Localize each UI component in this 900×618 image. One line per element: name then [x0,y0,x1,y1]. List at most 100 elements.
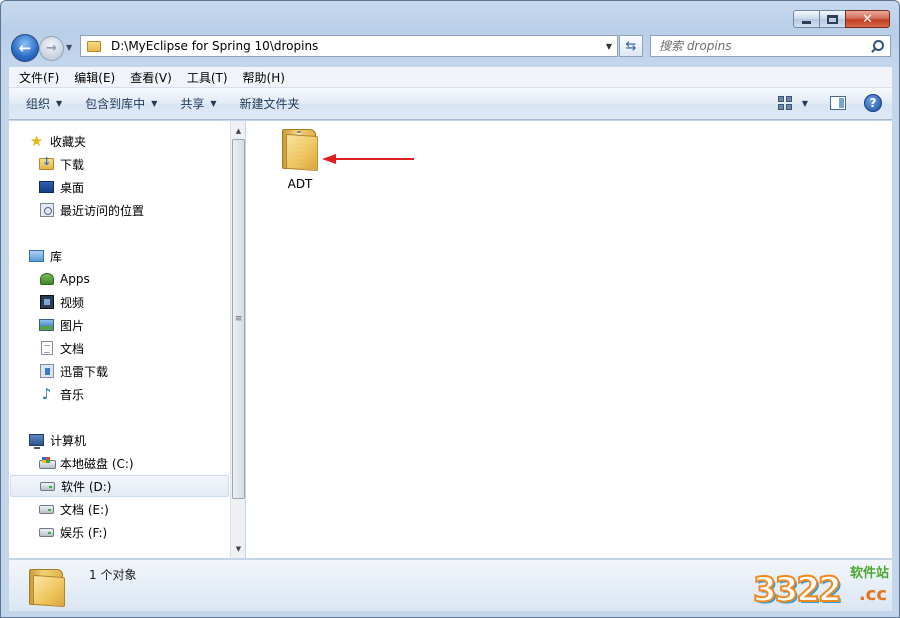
nav-item-apps[interactable]: Apps [9,268,229,290]
nav-item-label: 最近访问的位置 [60,203,145,218]
watermark-domain: .cc [858,584,887,605]
menu-bar: 文件(F) 编辑(E) 查看(V) 工具(T) 帮助(H) [9,67,892,88]
nav-item-label: 迅雷下载 [60,364,109,379]
music-note-icon: ♪ [41,385,52,403]
star-icon: ★ [29,132,44,150]
file-list: ADT [246,121,892,558]
view-options-dropdown[interactable]: ▼ [802,99,808,108]
maximize-button[interactable] [819,10,846,28]
command-bar-right: ▼ ? [777,94,882,112]
nav-computer-label: 计算机 [50,433,87,448]
menu-view[interactable]: 查看(V) [125,69,177,86]
nav-item-label: 文档 [60,341,85,356]
nav-item-label: 图片 [60,318,85,333]
search-icon[interactable] [868,37,886,55]
refresh-button[interactable]: ⇆ [619,35,643,57]
nav-item-pictures[interactable]: 图片 [9,314,229,336]
nav-libraries[interactable]: 库 [9,245,229,267]
hard-drive-icon [38,501,55,517]
nav-item-label: 娱乐 (F:) [60,525,108,540]
window-controls: ✕ [793,10,890,28]
new-folder-button[interactable]: 新建文件夹 [234,95,306,112]
menu-edit[interactable]: 编辑(E) [69,69,120,86]
folder-name: ADT [287,177,313,191]
site-watermark: 软件站 3322 .cc [752,560,895,616]
watermark-number: 3322 [752,569,843,611]
search-input[interactable] [659,39,868,53]
include-in-library-button[interactable]: 包含到库中 ▼ [79,95,163,112]
recent-pages-dropdown[interactable]: ▼ [66,43,72,52]
refresh-icon: ⇆ [625,38,637,54]
search-box[interactable] [650,35,891,57]
apps-library-icon [38,271,55,287]
address-history-dropdown[interactable]: ▼ [601,42,617,51]
nav-item-label: 下载 [60,157,85,172]
nav-item-drive-f[interactable]: 娱乐 (F:) [9,521,229,543]
nav-item-documents[interactable]: 文档 [9,337,229,359]
folder-icon [87,40,101,52]
nav-favorites[interactable]: ★ 收藏夹 [9,130,229,152]
nav-item-videos[interactable]: 视频 [9,291,229,313]
chevron-down-icon: ▼ [56,99,63,108]
scroll-up-arrow-icon[interactable]: ▲ [231,123,246,138]
nav-item-recent-places[interactable]: 最近访问的位置 [9,199,229,221]
explorer-window: ✕ ← → ▼ D:\MyEclipse for Spring 10\dropi… [0,0,900,618]
nav-item-label: 视频 [60,295,85,310]
minimize-icon [802,20,811,24]
system-drive-icon [38,455,56,471]
address-path[interactable]: D:\MyEclipse for Spring 10\dropins [111,39,601,53]
command-bar: 组织 ▼ 包含到库中 ▼ 共享 ▼ 新建文件夹 ▼ ? [9,88,892,120]
preview-pane-icon[interactable] [830,96,846,110]
share-button[interactable]: 共享 ▼ [174,95,222,112]
nav-computer[interactable]: 计算机 [9,429,229,451]
organize-button[interactable]: 组织 ▼ [20,95,68,112]
back-button[interactable]: ← [11,34,39,62]
nav-item-label: 本地磁盘 (C:) [60,456,134,471]
menu-tools[interactable]: 工具(T) [182,69,233,86]
arrow-left-icon: ← [18,39,32,57]
scroll-down-arrow-icon[interactable]: ▼ [231,541,246,556]
desktop-icon [38,179,55,195]
nav-item-drive-c[interactable]: 本地磁盘 (C:) [9,452,229,474]
documents-library-icon [38,340,55,356]
nav-item-drive-e[interactable]: 文档 (E:) [9,498,229,520]
address-bar[interactable]: D:\MyEclipse for Spring 10\dropins ▼ [80,35,618,57]
forward-button[interactable]: → [39,36,64,61]
nav-item-downloads[interactable]: 下载 [9,153,229,175]
scrollbar-thumb[interactable]: ≡ [232,139,245,499]
change-view-icon[interactable] [777,96,792,110]
menu-help[interactable]: 帮助(H) [238,69,290,86]
chevron-down-icon: ▼ [210,99,217,108]
arrow-right-icon: → [46,41,57,56]
video-library-icon [38,294,55,310]
folder-icon [29,566,67,608]
nav-scrollbar[interactable]: ▲ ≡ ▼ [230,121,245,558]
maximize-icon [827,14,838,24]
nav-item-thunder-downloads[interactable]: 迅雷下载 [9,360,229,382]
nav-item-drive-d[interactable]: 软件 (D:) [10,475,229,497]
nav-item-music[interactable]: ♪ 音乐 [9,383,229,405]
nav-favorites-label: 收藏夹 [50,134,87,149]
close-button[interactable]: ✕ [845,10,890,28]
watermark-site-label: 软件站 [849,566,889,581]
navigation-pane: ★收藏夹 下载 桌面 最近访问的位置 库 Apps 视频 图片 文档 迅雷下载 … [9,121,245,558]
close-icon: ✕ [862,11,873,27]
item-count: 1 个对象 [89,568,137,582]
organize-label: 组织 [26,97,51,111]
help-icon[interactable]: ? [864,94,882,112]
nav-item-label: 音乐 [60,387,85,402]
menu-file[interactable]: 文件(F) [14,69,64,86]
minimize-button[interactable] [793,10,820,28]
hard-drive-icon [39,478,56,494]
nav-item-label: 文档 (E:) [60,502,109,517]
nav-libraries-label: 库 [50,249,63,264]
folder-item[interactable]: ADT [274,127,326,197]
include-in-library-label: 包含到库中 [85,97,146,111]
chevron-down-icon: ▼ [151,99,158,108]
zip-folder-icon [280,127,320,172]
share-label: 共享 [180,97,205,111]
nav-item-desktop[interactable]: 桌面 [9,176,229,198]
nav-item-label: 桌面 [60,180,85,195]
recent-places-icon [38,202,55,218]
library-icon [28,248,45,264]
